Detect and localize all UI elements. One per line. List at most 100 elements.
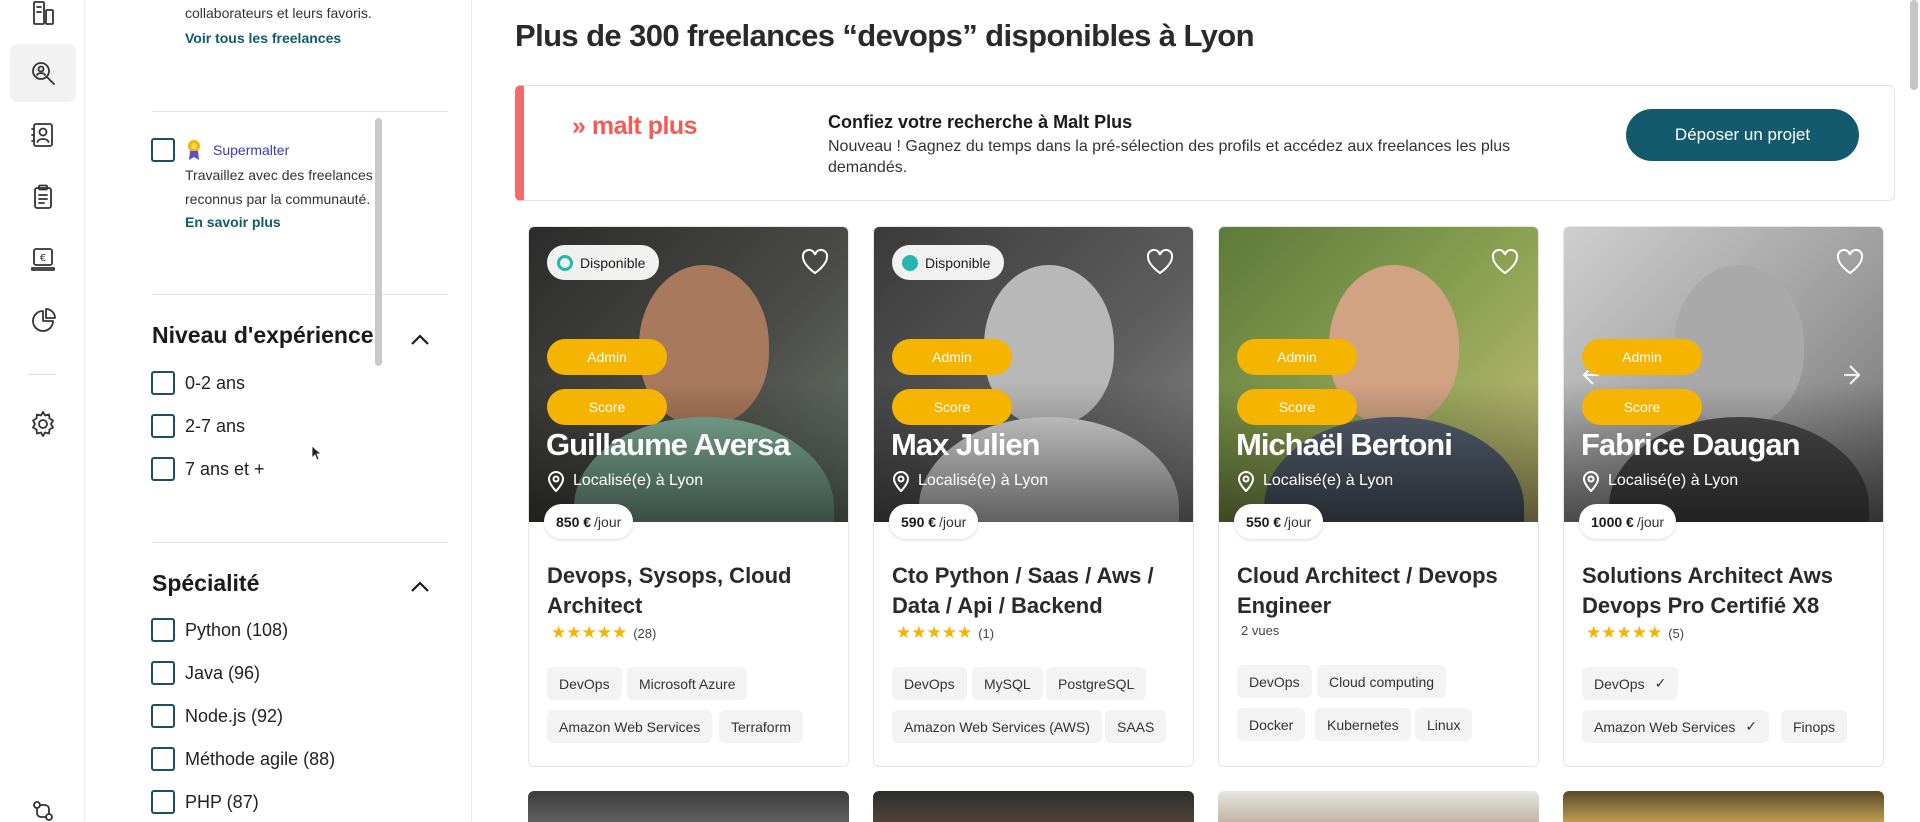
check-icon: ✓	[1654, 675, 1667, 691]
switch-account-icon[interactable]	[10, 782, 76, 822]
stars-icon: ★★★★★	[551, 623, 628, 642]
score-pill[interactable]: Score	[1237, 389, 1357, 425]
favorite-heart-icon[interactable]	[1490, 247, 1520, 275]
svg-text:€: €	[40, 253, 46, 264]
admin-pill[interactable]: Admin	[547, 339, 667, 375]
specialty-checkbox[interactable]	[151, 747, 175, 771]
banner-title: Confiez votre recherche à Malt Plus	[828, 112, 1133, 132]
freelancer-card-partial[interactable]	[1218, 791, 1539, 822]
experience-checkbox[interactable]	[151, 457, 175, 481]
location-label: Localisé(e) à Lyon	[1608, 472, 1739, 489]
stars-icon: ★★★★★	[896, 623, 973, 642]
freelancer-card-partial[interactable]	[528, 791, 849, 822]
freelancer-card[interactable]: Admin Score Fabrice Daugan Localisé(e) à…	[1563, 226, 1884, 767]
specialty-option-label: Python (108)	[185, 619, 289, 640]
experience-option[interactable]: 2-7 ans	[151, 414, 245, 438]
review-count: (28)	[633, 625, 657, 641]
skill-tag: DevOps	[1237, 665, 1312, 698]
availability-dot-icon	[902, 254, 918, 271]
malt-plus-logo: » malt plus	[572, 112, 698, 140]
sidebar-scrollbar[interactable]	[375, 118, 382, 366]
favorite-heart-icon[interactable]	[1145, 247, 1175, 275]
freelancer-title: Devops, Sysops, Cloud Architect	[547, 563, 792, 618]
invoice-icon[interactable]: €	[10, 230, 76, 288]
experience-checkbox[interactable]	[151, 414, 175, 438]
divider	[152, 111, 448, 112]
freelancer-name: Max Julien	[891, 427, 1040, 462]
see-all-freelances-link[interactable]: Voir tous les freelances	[185, 30, 341, 46]
experience-option[interactable]: 7 ans et +	[151, 457, 265, 481]
location-label: Localisé(e) à Lyon	[1263, 472, 1394, 489]
supermalter-label: Supermalter	[213, 142, 290, 158]
icon-rail: €	[0, 0, 85, 822]
rate-unit: /jour	[1636, 513, 1665, 530]
supermalter-filter: Supermalter	[151, 138, 289, 162]
next-photo-arrow-icon[interactable]	[1839, 360, 1869, 390]
daily-rate: 850 €/jour	[544, 504, 634, 539]
admin-pill[interactable]: Admin	[892, 339, 1012, 375]
specialty-option[interactable]: Java (96)	[151, 661, 260, 685]
skill-tag: Cloud computing	[1317, 665, 1447, 698]
rate-value: 850 €	[556, 513, 592, 530]
settings-icon[interactable]	[10, 395, 76, 453]
specialty-option[interactable]: Node.js (92)	[151, 704, 283, 728]
specialty-option[interactable]: PHP (87)	[151, 790, 259, 814]
skill-tag: DevOps ✓	[1582, 667, 1679, 700]
score-pill[interactable]: Score	[547, 389, 667, 425]
post-project-button[interactable]: Déposer un projet	[1626, 109, 1859, 161]
freelancer-card-partial[interactable]	[873, 791, 1194, 822]
favorite-heart-icon[interactable]	[1835, 247, 1865, 275]
favorite-heart-icon[interactable]	[800, 247, 830, 275]
availability-label: Disponible	[925, 254, 991, 271]
search-freelance-icon[interactable]	[10, 44, 76, 102]
location: Localisé(e) à Lyon	[547, 470, 703, 492]
malt-plus-banner: » malt plus Confiez votre recherche à Ma…	[515, 85, 1895, 201]
skill-tag: Microsoft Azure	[627, 667, 748, 700]
freelancer-card-partial[interactable]	[1563, 791, 1884, 822]
location-pin-icon	[547, 471, 565, 492]
skill-tag-label: DevOps	[1594, 675, 1645, 692]
specialty-option[interactable]: Méthode agile (88)	[151, 747, 335, 771]
collapse-specialty-chevron-up-icon[interactable]	[408, 575, 432, 599]
learn-more-link[interactable]: En savoir plus	[185, 214, 281, 230]
rate-value: 550 €	[1246, 513, 1282, 530]
admin-pill[interactable]: Admin	[1237, 339, 1357, 375]
rate-unit: /jour	[1284, 513, 1312, 530]
collapse-experience-chevron-up-icon[interactable]	[408, 328, 432, 352]
location-label: Localisé(e) à Lyon	[573, 472, 704, 489]
rate-value: 1000 €	[1591, 513, 1634, 530]
specialty-option[interactable]: Python (108)	[151, 618, 288, 642]
banner-text: Nouveau ! Gagnez du temps dans la pré-sé…	[828, 138, 1511, 176]
page-scrollbar[interactable]	[1910, 0, 1918, 90]
rate-unit: /jour	[594, 513, 622, 530]
dashboard-icon[interactable]	[10, 0, 76, 42]
specialty-checkbox[interactable]	[151, 618, 175, 642]
experience-option[interactable]: 0-2 ans	[151, 371, 245, 395]
freelancer-card[interactable]: Disponible Admin Score Guillaume Aversa …	[528, 226, 849, 767]
specialty-checkbox[interactable]	[151, 661, 175, 685]
skill-tag: Linux	[1415, 708, 1473, 741]
rating: ★★★★★ (5)	[1586, 623, 1684, 643]
score-pill[interactable]: Score	[1582, 389, 1702, 425]
admin-pill[interactable]: Admin	[1582, 339, 1702, 375]
location-pin-icon	[1582, 471, 1600, 492]
divider	[152, 542, 448, 543]
freelancer-card[interactable]: Disponible Admin Score Max Julien Locali…	[873, 226, 1194, 767]
specialty-checkbox[interactable]	[151, 704, 175, 728]
experience-checkbox[interactable]	[151, 371, 175, 395]
rate-unit: /jour	[939, 513, 967, 530]
contacts-icon[interactable]	[10, 106, 76, 164]
experience-section-title: Niveau d'expérience	[152, 322, 374, 348]
supermalter-checkbox[interactable]	[151, 138, 175, 162]
stars-icon: ★★★★★	[1586, 623, 1663, 642]
review-count: (5)	[1668, 625, 1685, 641]
freelancer-name: Fabrice Daugan	[1581, 427, 1801, 462]
location: Localisé(e) à Lyon	[1237, 470, 1393, 492]
clipboard-icon[interactable]	[10, 168, 76, 226]
analytics-icon[interactable]	[10, 292, 76, 350]
specialty-checkbox[interactable]	[151, 790, 175, 814]
location: Localisé(e) à Lyon	[892, 470, 1048, 492]
freelancer-card[interactable]: Admin Score Michaël Bertoni Localisé(e) …	[1218, 226, 1539, 767]
location-label: Localisé(e) à Lyon	[918, 472, 1049, 489]
score-pill[interactable]: Score	[892, 389, 1012, 425]
